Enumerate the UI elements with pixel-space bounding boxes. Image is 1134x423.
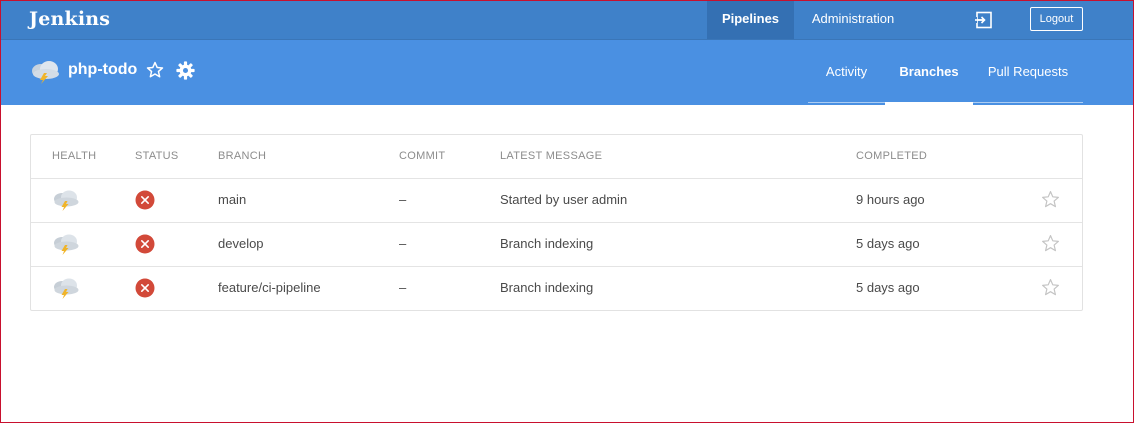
star-icon[interactable] <box>146 61 164 79</box>
cloud-storm-icon <box>29 60 61 84</box>
gear-icon[interactable] <box>176 61 195 80</box>
branch-name[interactable]: develop <box>218 236 264 251</box>
commit-hash: – <box>399 192 407 207</box>
top-bar: Jenkins Pipelines Administration Logout <box>1 1 1133 40</box>
header-latest-message: LATEST MESSAGE <box>500 150 603 162</box>
header-health: HEALTH <box>52 150 97 162</box>
logout-button[interactable]: Logout <box>1030 7 1083 31</box>
table-row[interactable]: main – Started by user admin 9 hours ago <box>31 179 1082 223</box>
completed-time: 5 days ago <box>856 236 920 251</box>
tab-activity[interactable]: Activity <box>808 40 885 105</box>
nav-administration[interactable]: Administration <box>801 1 905 39</box>
completed-time: 5 days ago <box>856 280 920 295</box>
logout-icon[interactable] <box>974 10 994 30</box>
failed-status-icon <box>135 234 155 254</box>
latest-message: Started by user admin <box>500 192 628 207</box>
job-header: php-todo Activity Branches Pull Requests <box>1 40 1133 105</box>
failed-status-icon <box>135 278 155 298</box>
job-name[interactable]: php-todo <box>68 61 137 79</box>
star-icon[interactable] <box>1041 190 1060 209</box>
tab-branches[interactable]: Branches <box>885 40 973 105</box>
latest-message: Branch indexing <box>500 236 594 251</box>
header-commit: COMMIT <box>399 150 446 162</box>
tab-pull-requests[interactable]: Pull Requests <box>973 40 1083 105</box>
cloud-storm-icon <box>52 233 80 255</box>
completed-time: 9 hours ago <box>856 192 925 207</box>
nav-pipelines[interactable]: Pipelines <box>707 1 794 39</box>
header-status: STATUS <box>135 150 179 162</box>
jenkins-logo[interactable]: Jenkins <box>29 8 110 30</box>
table-row[interactable]: feature/ci-pipeline – Branch indexing 5 … <box>31 267 1082 311</box>
latest-message: Branch indexing <box>500 280 594 295</box>
cloud-storm-icon <box>52 189 80 211</box>
commit-hash: – <box>399 280 407 295</box>
failed-status-icon <box>135 190 155 210</box>
table-header: HEALTH STATUS BRANCH COMMIT LATEST MESSA… <box>31 135 1082 179</box>
commit-hash: – <box>399 236 407 251</box>
star-icon[interactable] <box>1041 234 1060 253</box>
star-icon[interactable] <box>1041 278 1060 297</box>
branch-name[interactable]: main <box>218 192 246 207</box>
branch-name[interactable]: feature/ci-pipeline <box>218 280 321 295</box>
table-row[interactable]: develop – Branch indexing 5 days ago <box>31 223 1082 267</box>
header-completed: COMPLETED <box>856 150 928 162</box>
header-branch: BRANCH <box>218 150 267 162</box>
branches-table: HEALTH STATUS BRANCH COMMIT LATEST MESSA… <box>30 134 1083 311</box>
cloud-storm-icon <box>52 277 80 299</box>
